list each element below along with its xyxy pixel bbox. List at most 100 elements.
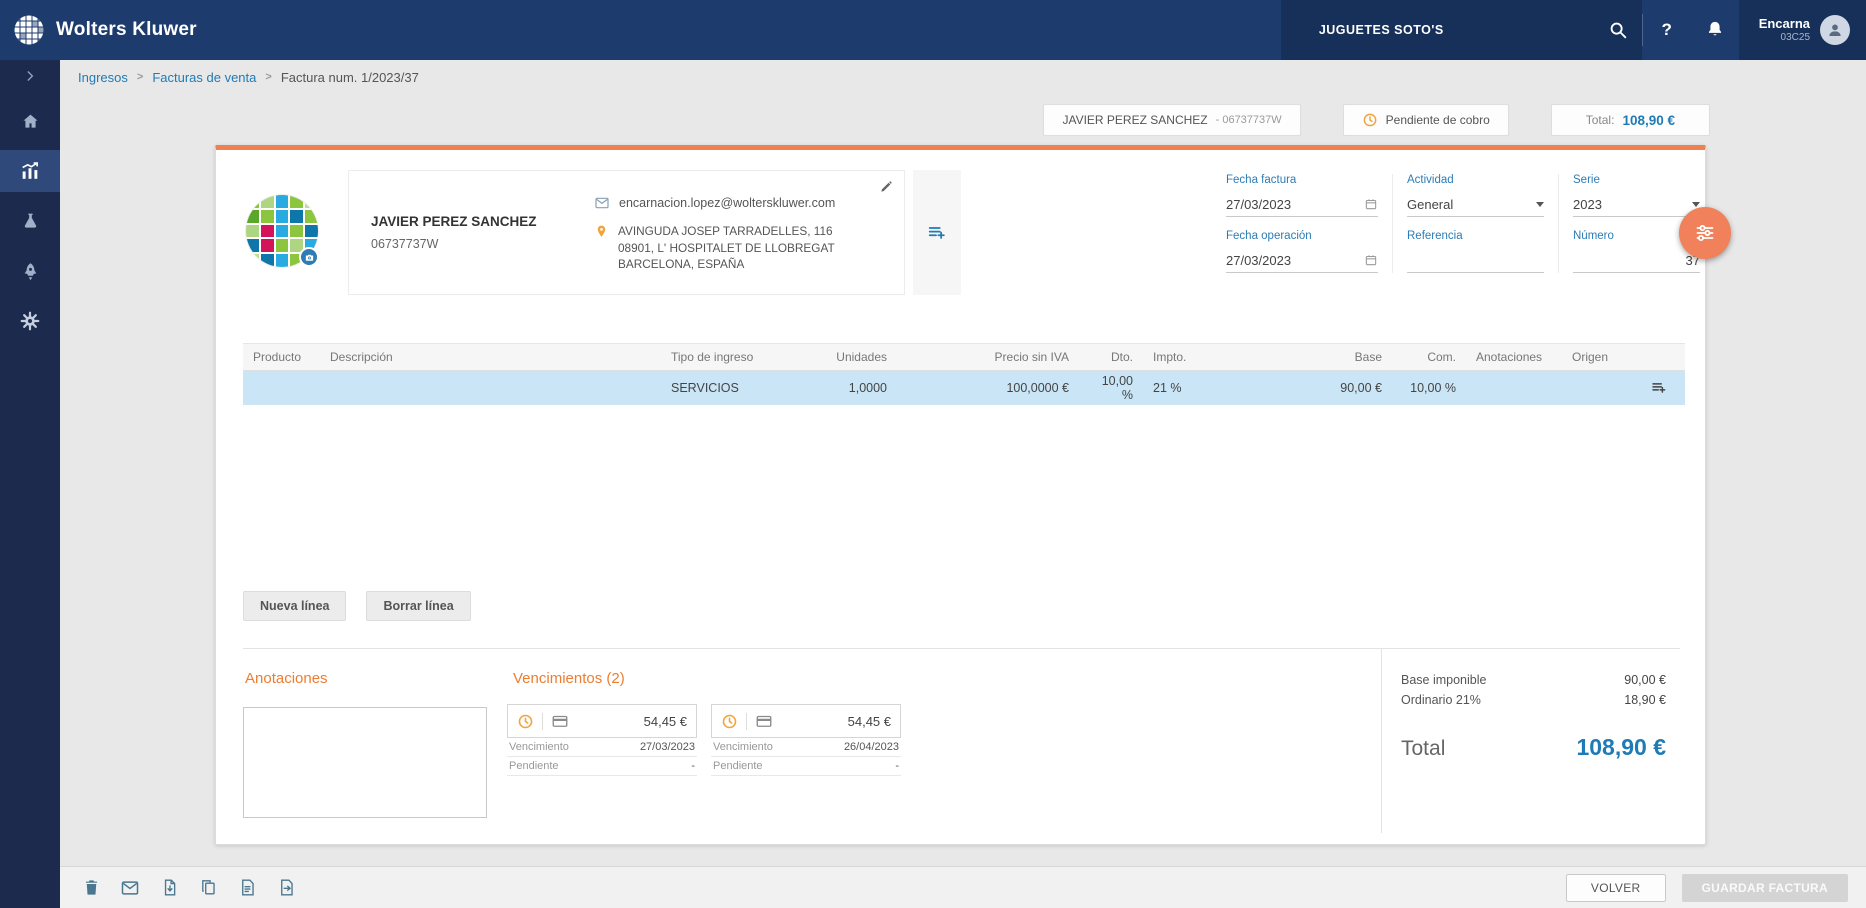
back-button[interactable]: VOLVER <box>1566 874 1666 902</box>
footer-divider <box>243 648 1680 649</box>
notes-textarea[interactable] <box>243 707 487 818</box>
customer-chip[interactable]: JAVIER PEREZ SANCHEZ - 06737737W <box>1043 104 1300 136</box>
cell-dto[interactable]: 10,00 % <box>1079 371 1143 405</box>
cell-producto[interactable] <box>243 371 320 405</box>
customer-nif: 06737737W <box>371 237 594 251</box>
actividad-label: Actividad <box>1407 174 1544 186</box>
table-row[interactable]: SERVICIOS 1,0000 100,0000 € 10,00 % 21 %… <box>243 371 1685 405</box>
user-avatar-icon <box>1820 15 1850 45</box>
col-descripcion: Descripción <box>320 344 661 370</box>
col-dto: Dto. <box>1079 344 1143 370</box>
user-code: 03C25 <box>1759 32 1810 45</box>
wolters-kluwer-logo-icon <box>13 14 45 46</box>
sidebar-item-launch[interactable] <box>0 250 60 292</box>
cell-descripcion[interactable] <box>320 371 661 405</box>
cell-impto[interactable]: 21 % <box>1143 371 1243 405</box>
sliders-icon <box>1693 221 1717 245</box>
fecha-factura-input[interactable]: 27/03/2023 <box>1226 192 1378 217</box>
col-base: Base <box>1243 344 1392 370</box>
cell-com[interactable]: 10,00 % <box>1392 371 1466 405</box>
due-amount: 54,45 € <box>848 714 891 729</box>
delete-invoice-button[interactable] <box>78 875 104 901</box>
sidebar-item-lab[interactable] <box>0 200 60 242</box>
fecha-operacion-input[interactable]: 27/03/2023 <box>1226 248 1378 273</box>
change-photo-button[interactable] <box>299 247 319 267</box>
due-date-card[interactable]: 54,45 € Vencimiento 27/03/2023 Pendiente… <box>507 704 697 776</box>
cell-anotaciones[interactable] <box>1466 371 1562 405</box>
invoice-options-button[interactable] <box>1679 207 1731 259</box>
search-button[interactable] <box>1594 0 1642 60</box>
due-date-card[interactable]: 54,45 € Vencimiento 26/04/2023 Pendiente… <box>711 704 901 776</box>
cell-base[interactable]: 90,00 € <box>1243 371 1392 405</box>
breadcrumb-facturas-de-venta[interactable]: Facturas de venta <box>152 70 256 85</box>
serie-select[interactable]: 2023 <box>1573 192 1700 217</box>
cell-origen[interactable] <box>1562 371 1633 405</box>
col-impto: Impto. <box>1143 344 1243 370</box>
customer-name: JAVIER PEREZ SANCHEZ <box>371 214 594 229</box>
user-name: Encarna <box>1759 16 1810 32</box>
field-referencia: Referencia <box>1407 230 1544 273</box>
referencia-input[interactable] <box>1407 248 1544 273</box>
fecha-factura-value: 27/03/2023 <box>1226 197 1291 212</box>
sidebar-expand-button[interactable] <box>0 60 60 92</box>
save-invoice-button[interactable]: GUARDAR FACTURA <box>1682 874 1849 902</box>
customer-chip-name: JAVIER PEREZ SANCHEZ <box>1062 113 1207 127</box>
numero-input[interactable]: 37 <box>1573 248 1700 273</box>
sidebar-settings-button[interactable] <box>0 300 60 342</box>
row-add-note-button[interactable] <box>1633 371 1685 405</box>
playlist-add-icon <box>1650 379 1668 397</box>
cell-unidades[interactable]: 1,0000 <box>797 371 897 405</box>
address-line-3: BARCELONA, ESPAÑA <box>618 257 744 271</box>
base-imponible-value: 90,00 € <box>1624 673 1666 687</box>
pending-label: Pendiente <box>713 760 763 772</box>
address-line-1: AVINGUDA JOSEP TARRADELLES, 116 <box>618 224 833 238</box>
col-anotaciones: Anotaciones <box>1466 344 1562 370</box>
cell-tipo-de-ingreso[interactable]: SERVICIOS <box>661 371 797 405</box>
send-email-button[interactable] <box>117 875 143 901</box>
edit-customer-button[interactable] <box>879 179 894 194</box>
actividad-select[interactable]: General <box>1407 192 1544 217</box>
vat-value: 18,90 € <box>1624 693 1666 707</box>
company-selector[interactable]: JUGUETES SOTO'S <box>1281 0 1642 60</box>
calendar-icon[interactable] <box>1364 253 1378 267</box>
field-fecha-operacion: Fecha operación 27/03/2023 <box>1226 230 1378 273</box>
calendar-icon[interactable] <box>1364 197 1378 211</box>
due-dates-list: 54,45 € Vencimiento 27/03/2023 Pendiente… <box>507 704 901 776</box>
sidebar-item-sales[interactable] <box>0 150 60 192</box>
add-concept-button[interactable] <box>913 170 961 295</box>
home-icon <box>20 111 41 132</box>
customer-email: encarnacion.lopez@wolterskluwer.com <box>619 196 835 210</box>
duplicate-button[interactable] <box>195 875 221 901</box>
delete-line-button[interactable]: Borrar línea <box>366 591 470 621</box>
field-actividad: Actividad General <box>1407 174 1544 217</box>
user-menu[interactable]: Encarna 03C25 <box>1739 0 1866 60</box>
help-button[interactable]: ? <box>1643 0 1691 60</box>
download-pdf-button[interactable] <box>156 875 182 901</box>
payment-method-icon <box>551 712 569 730</box>
cell-precio-sin-iva[interactable]: 100,0000 € <box>897 371 1079 405</box>
status-chip[interactable]: Pendiente de cobro <box>1343 104 1509 136</box>
left-sidebar <box>0 60 60 908</box>
address-line-2: 08901, L' HOSPITALET DE LLOBREGAT <box>618 241 835 255</box>
file-download-icon <box>160 878 179 897</box>
view-document-button[interactable] <box>234 875 260 901</box>
breadcrumb-ingresos[interactable]: Ingresos <box>78 70 128 85</box>
bell-icon <box>1704 19 1726 41</box>
grand-total-value: 108,90 € <box>1576 734 1666 761</box>
pending-label: Pendiente <box>509 760 559 772</box>
field-serie: Serie 2023 <box>1573 174 1700 217</box>
due-date-label: Vencimiento <box>509 741 569 753</box>
invoice-fields: Fecha factura 27/03/2023 Fecha operación… <box>1226 174 1700 273</box>
notifications-button[interactable] <box>1691 0 1739 60</box>
clock-icon <box>721 713 738 730</box>
sidebar-item-home[interactable] <box>0 100 60 142</box>
chevron-down-icon <box>1536 202 1544 207</box>
col-com: Com. <box>1392 344 1466 370</box>
export-document-button[interactable] <box>273 875 299 901</box>
breadcrumb: Ingresos > Facturas de venta > Factura n… <box>78 62 419 92</box>
new-line-button[interactable]: Nueva línea <box>243 591 346 621</box>
col-producto: Producto <box>243 344 320 370</box>
envelope-icon <box>594 195 610 211</box>
totals-divider <box>1381 648 1382 833</box>
divider <box>542 713 543 730</box>
